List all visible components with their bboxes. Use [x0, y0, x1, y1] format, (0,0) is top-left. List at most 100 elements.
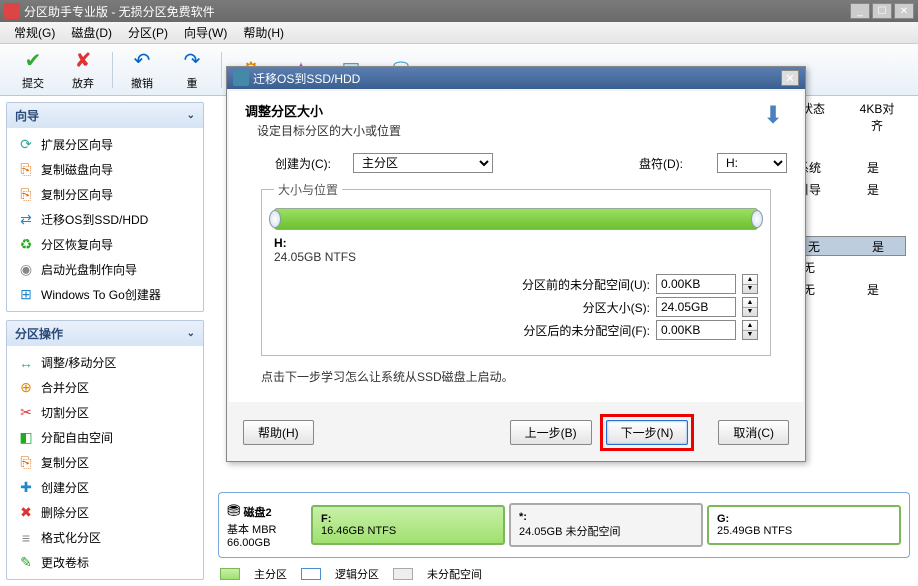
ops-panel: 分区操作 ⌄ ↔ 调整/移动分区 ⊕合并分区 ✂ 切割分区 ◧ 分配自由空间 ⎘复制分… — [6, 320, 204, 580]
next-button[interactable]: 下一步(N) — [606, 420, 689, 445]
undo-button[interactable]: ↶ 撤销 — [117, 47, 167, 93]
slider-handle-right[interactable] — [751, 210, 763, 228]
separator — [112, 52, 113, 88]
menu-help[interactable]: 帮助(H) — [235, 22, 292, 43]
after-input[interactable] — [656, 320, 736, 340]
commit-button[interactable]: ✔ 提交 — [8, 47, 58, 93]
minimize-button[interactable]: _ — [850, 3, 870, 19]
dialog-heading: 调整分区大小 — [245, 101, 787, 120]
drive-letter-select[interactable]: H: — [717, 153, 787, 173]
op-label-text: 更改卷标 — [41, 554, 89, 571]
split-icon: ✂ — [17, 405, 35, 421]
op-format[interactable]: ≡格式化分区 — [9, 525, 201, 550]
op-label[interactable]: ✎ 更改卷标 — [9, 550, 201, 575]
help-button[interactable]: 帮助(H) — [243, 420, 314, 445]
part-sub: 24.05GB 未分配空间 — [519, 526, 620, 538]
disk-info: ⛃ 磁盘2 基本 MBR 66.00GB — [227, 501, 307, 549]
part-label: G: — [717, 513, 729, 525]
back-button[interactable]: 上一步(B) — [510, 420, 592, 445]
close-button[interactable]: ✕ — [894, 3, 914, 19]
op-split[interactable]: ✂ 切割分区 — [9, 400, 201, 425]
partition-unalloc[interactable]: *: 24.05GB 未分配空间 — [509, 503, 703, 547]
discard-button[interactable]: ✘ 放弃 — [58, 47, 108, 93]
op-allocate[interactable]: ◧ 分配自由空间 — [9, 425, 201, 450]
discard-label: 放弃 — [72, 75, 94, 91]
legend-unalloc-swatch — [393, 568, 413, 580]
after-spinner[interactable]: ▲▼ — [742, 320, 758, 340]
cancel-button[interactable]: 取消(C) — [718, 420, 789, 445]
partition-f[interactable]: F: 16.46GB NTFS — [311, 505, 505, 545]
separator — [221, 52, 222, 88]
dialog-title: 迁移OS到SSD/HDD — [253, 70, 781, 87]
size-spinner[interactable]: ▲▼ — [742, 297, 758, 317]
copy-part-icon: ⎘ — [17, 187, 35, 203]
size-label: 分区大小(S): — [480, 299, 650, 316]
cross-icon: ✘ — [71, 49, 95, 73]
redo-button[interactable]: ↷ 重 — [167, 47, 217, 93]
partition-g[interactable]: G: 25.49GB NTFS — [707, 505, 901, 545]
op-resize[interactable]: ↔ 调整/移动分区 — [9, 350, 201, 375]
wizard-panel-title: 向导 — [15, 107, 39, 124]
dialog-titlebar[interactable]: 迁移OS到SSD/HDD ✕ — [227, 67, 805, 89]
delete-icon: ✖ — [17, 505, 35, 521]
sidebar: 向导 ⌄ ⟳扩展分区向导 ⎘复制磁盘向导 ⎘复制分区向导 ⇄迁移OS到SSD/H… — [0, 96, 210, 586]
group-legend: 大小与位置 — [274, 181, 342, 198]
wizard-label: 复制分区向导 — [41, 186, 113, 203]
wizard-extend[interactable]: ⟳扩展分区向导 — [9, 132, 201, 157]
before-spinner[interactable]: ▲▼ — [742, 274, 758, 294]
cd-icon: ◉ — [17, 262, 35, 278]
slider-size-label: 24.05GB NTFS — [274, 250, 758, 264]
chevron-down-icon: ⌄ — [187, 110, 195, 121]
ops-panel-header[interactable]: 分区操作 ⌄ — [7, 321, 203, 346]
format-icon: ≡ — [17, 530, 35, 546]
copy-icon: ⎘ — [17, 455, 35, 471]
wizard-label: 迁移OS到SSD/HDD — [41, 211, 148, 228]
create-as-select[interactable]: 主分区 — [353, 153, 493, 173]
create-as-label: 创建为(C): — [275, 155, 345, 172]
wizard-copy-disk[interactable]: ⎘复制磁盘向导 — [9, 157, 201, 182]
recover-icon: ♻ — [17, 237, 35, 253]
wizard-panel-header[interactable]: 向导 ⌄ — [7, 103, 203, 128]
op-label: 删除分区 — [41, 504, 89, 521]
main-titlebar: 分区助手专业版 - 无损分区免费软件 _ ☐ ✕ — [0, 0, 918, 22]
resize-icon: ↔ — [17, 355, 35, 371]
op-create[interactable]: ✚创建分区 — [9, 475, 201, 500]
app-icon — [4, 3, 20, 19]
part-label: F: — [321, 513, 331, 525]
size-input[interactable] — [656, 297, 736, 317]
menu-partition[interactable]: 分区(P) — [120, 22, 176, 43]
dialog-subheading: 设定目标分区的大小或位置 — [257, 122, 787, 139]
wizard-recover[interactable]: ♻分区恢复向导 — [9, 232, 201, 257]
merge-icon: ⊕ — [17, 380, 35, 396]
undo-icon: ↶ — [130, 49, 154, 73]
wizard-migrate-os[interactable]: ⇄迁移OS到SSD/HDD — [9, 207, 201, 232]
migrate-os-dialog: 迁移OS到SSD/HDD ✕ 调整分区大小 设定目标分区的大小或位置 ⬇ 创建为… — [226, 66, 806, 462]
menu-disk[interactable]: 磁盘(D) — [63, 22, 120, 43]
next-button-highlight: 下一步(N) — [600, 414, 695, 451]
wizard-wtg[interactable]: ⊞Windows To Go创建器 — [9, 282, 201, 307]
slider-drive-label: H: — [274, 236, 758, 250]
op-copy[interactable]: ⎘复制分区 — [9, 450, 201, 475]
op-delete[interactable]: ✖ 删除分区 — [9, 500, 201, 525]
dialog-icon — [233, 70, 249, 86]
maximize-button[interactable]: ☐ — [872, 3, 892, 19]
extend-icon: ⟳ — [17, 137, 35, 153]
op-merge[interactable]: ⊕合并分区 — [9, 375, 201, 400]
alloc-icon: ◧ — [17, 430, 35, 446]
size-slider[interactable] — [274, 208, 758, 230]
label-icon: ✎ — [17, 555, 35, 571]
op-label: 切割分区 — [41, 404, 89, 421]
slider-handle-left[interactable] — [269, 210, 281, 228]
before-input[interactable] — [656, 274, 736, 294]
wizard-bootdisk[interactable]: ◉启动光盘制作向导 — [9, 257, 201, 282]
wizard-art-icon: ⬇ — [757, 99, 789, 131]
op-label: 分配自由空间 — [41, 429, 113, 446]
menu-wizard[interactable]: 向导(W) — [176, 22, 235, 43]
menu-general[interactable]: 常规(G) — [6, 22, 63, 43]
wizard-copy-part[interactable]: ⎘ 复制分区向导 — [9, 182, 201, 207]
size-position-group: 大小与位置 H: 24.05GB NTFS 分区前的未分配空间(U): ▲▼ 分… — [261, 181, 771, 356]
disk-size: 66.00GB — [227, 537, 270, 549]
dialog-close-button[interactable]: ✕ — [781, 70, 799, 86]
op-label: 调整/移动分区 — [41, 354, 116, 371]
redo-label: 重 — [187, 75, 198, 91]
